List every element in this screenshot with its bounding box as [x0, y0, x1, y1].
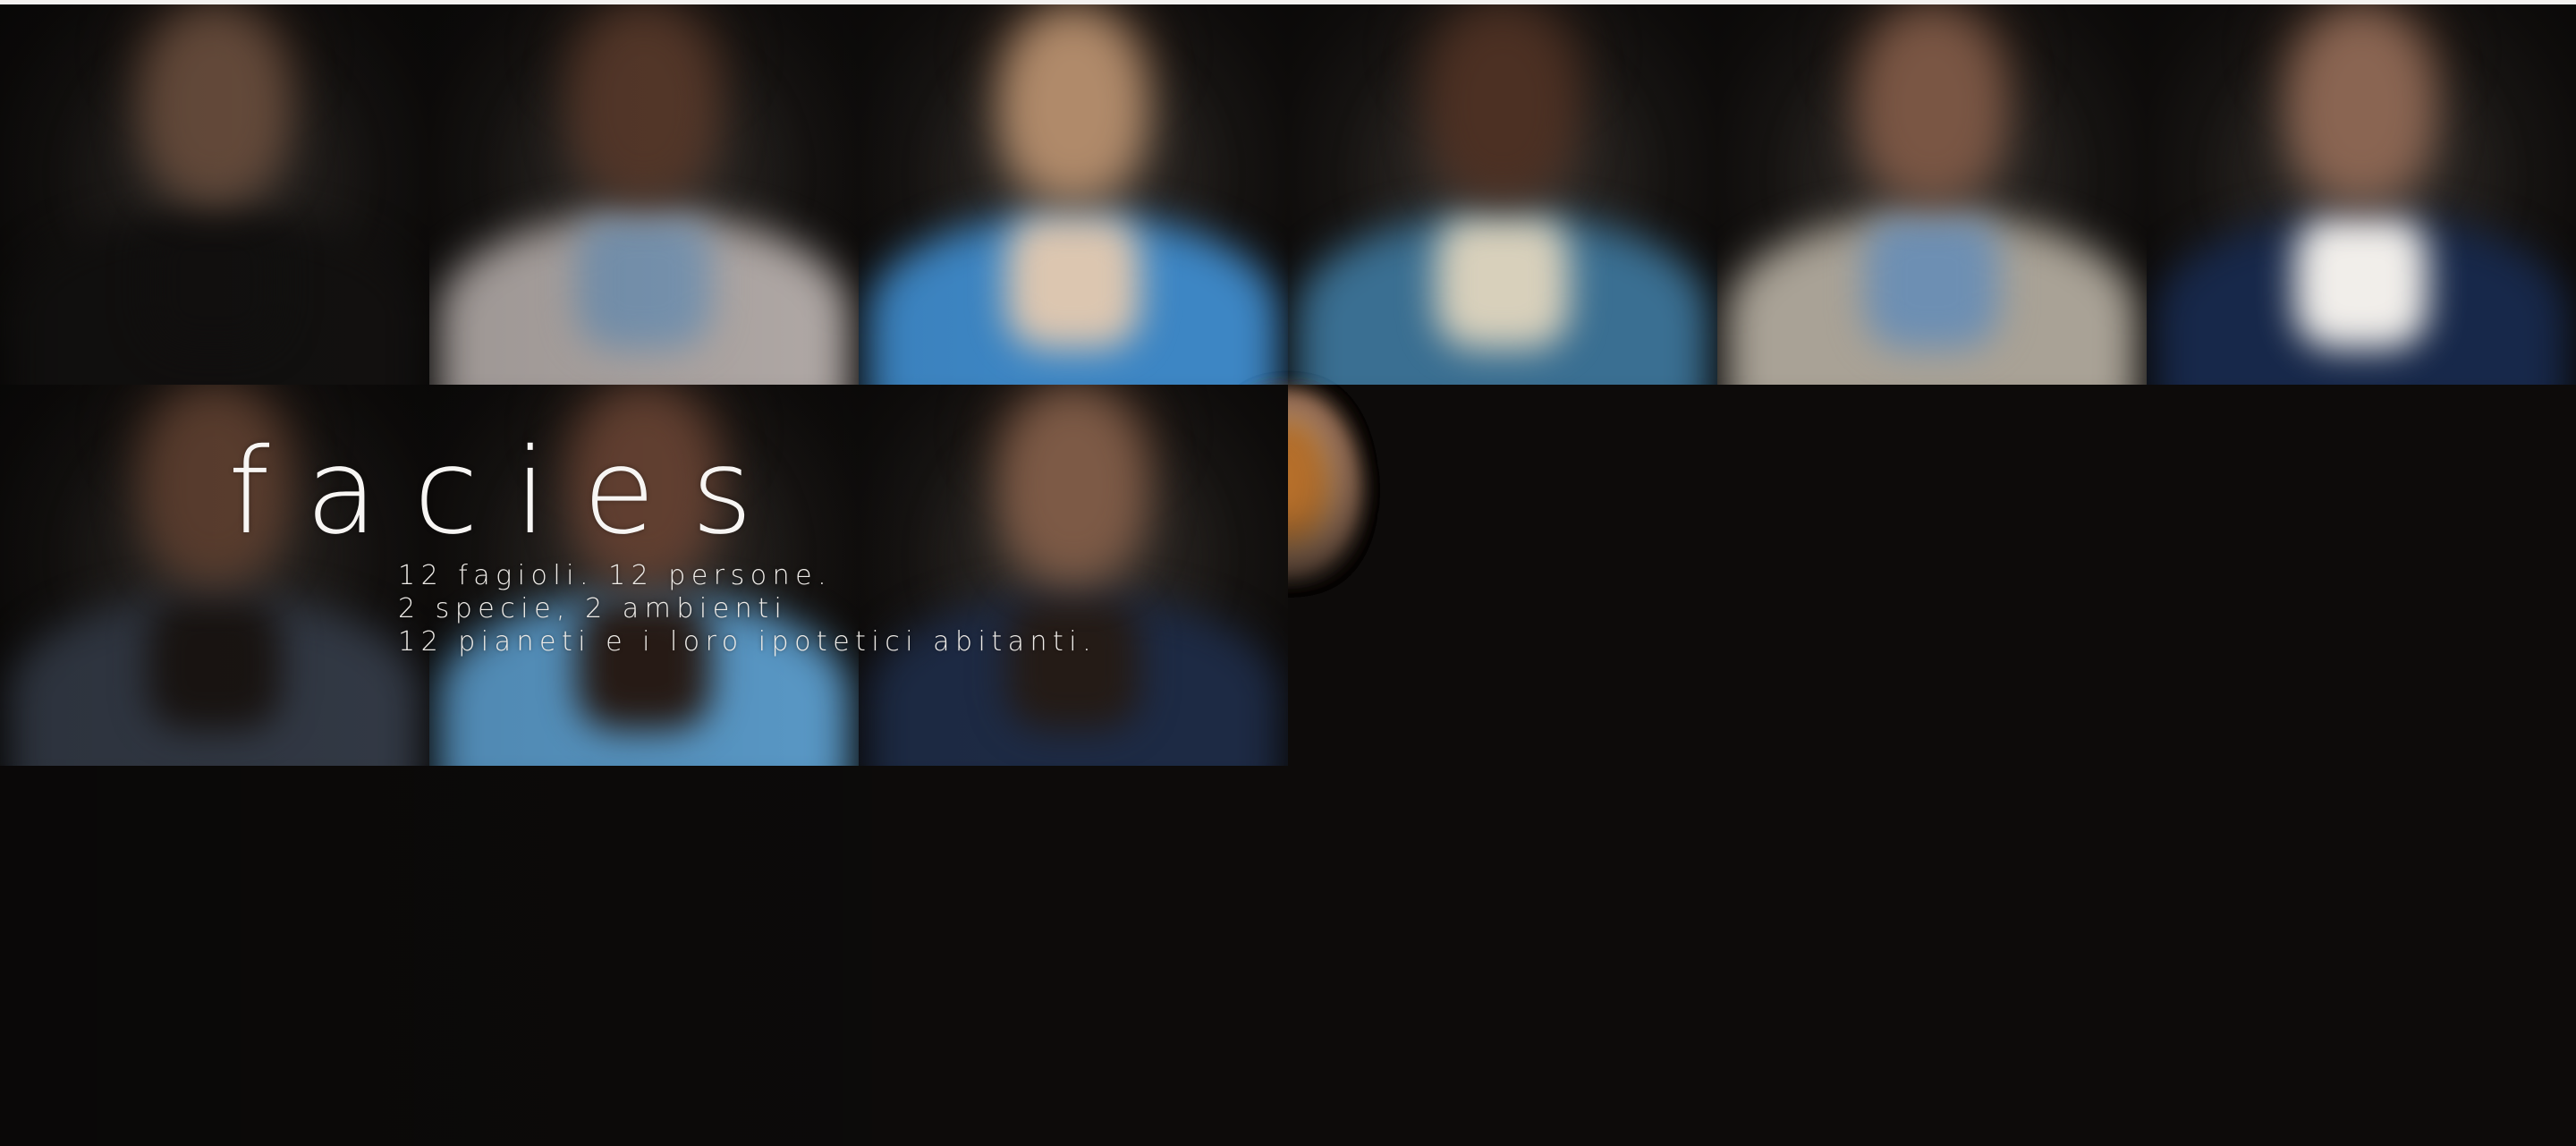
tagline: 12 fagioli. 12 persone. 2 specie, 2 ambi… [398, 559, 1292, 658]
title-block: facies 12 fagioli. 12 persone. 2 specie,… [228, 423, 1091, 658]
portrait-photo-7 [1288, 4, 1717, 386]
tagline-line-2: 2 specie, 2 ambienti [398, 593, 788, 624]
page-title: facies [228, 423, 789, 561]
portrait-photo-11 [2147, 4, 2576, 386]
tagline-line-3: 12 pianeti e i loro ipotetici abitanti. [398, 626, 1097, 658]
portrait-photo-2 [0, 4, 429, 386]
portrait-photo-9 [1717, 4, 2147, 386]
portrait-photo-6 [859, 4, 1288, 386]
portrait-photo-4 [429, 4, 859, 386]
tagline-line-1: 12 fagioli. 12 persone. [398, 560, 833, 591]
hero-banner: facies 12 fagioli. 12 persone. 2 specie,… [0, 0, 2576, 1146]
